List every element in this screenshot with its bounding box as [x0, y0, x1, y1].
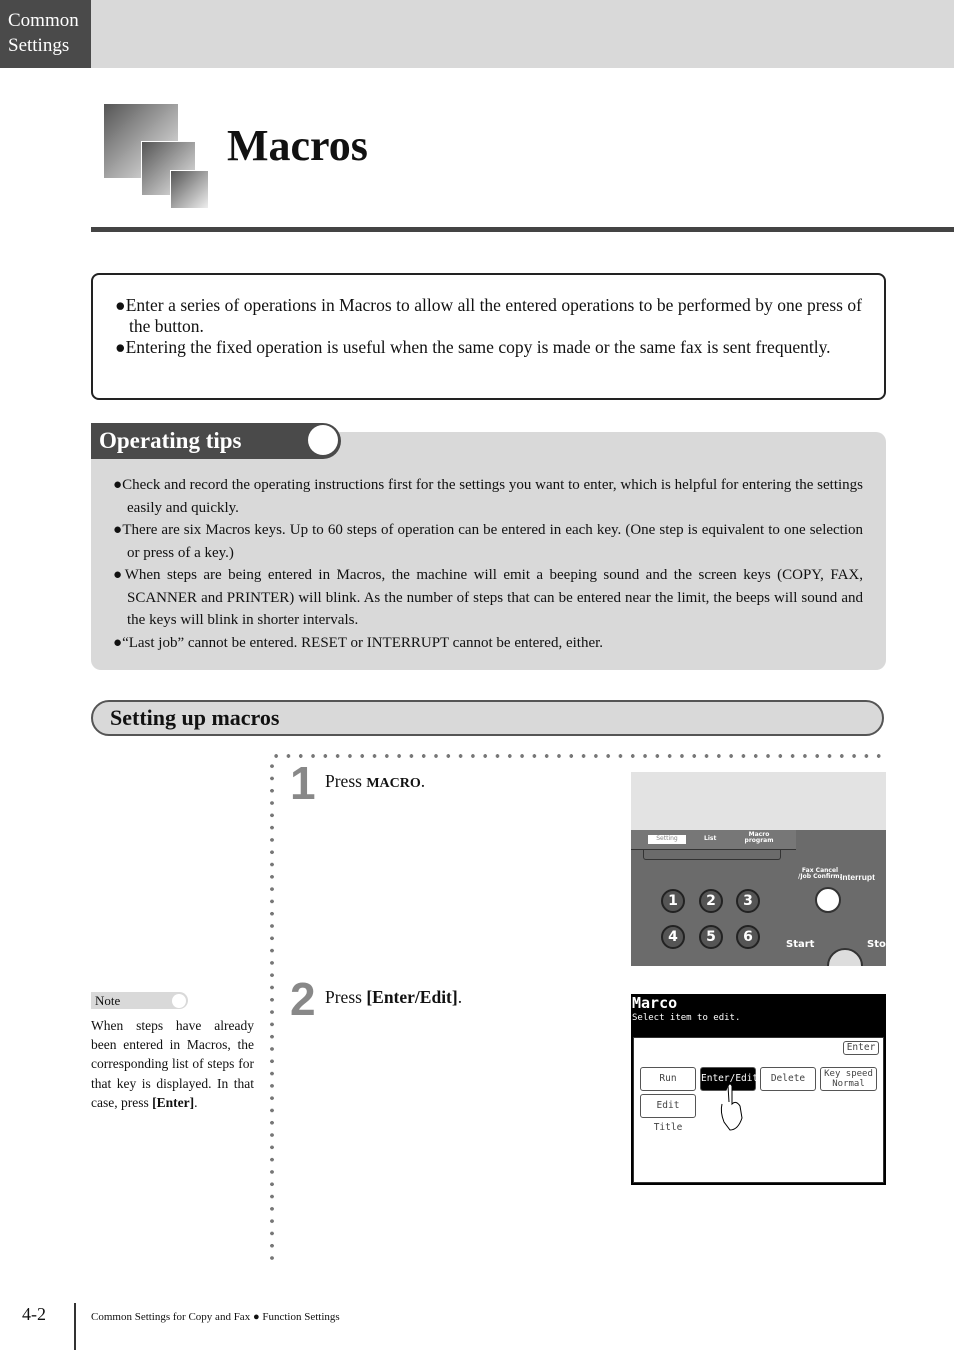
tip-item: ●“Last job” cannot be entered. RESET or … [113, 634, 604, 651]
stop-label: Sto [867, 939, 886, 950]
step-text: Press [Enter/Edit]. [325, 987, 463, 1007]
tip-item: ●There are six Macros keys. Up to 60 ste… [113, 522, 864, 561]
lcd-run-button[interactable]: Run [640, 1067, 696, 1091]
key-5[interactable]: 5 [699, 925, 723, 949]
step-number: 2 [290, 973, 316, 1025]
dotted-divider [270, 754, 886, 758]
note-text: When steps have already been entered in … [91, 1018, 254, 1110]
tip-item: ●When steps are being entered in Macros,… [113, 567, 863, 628]
lcd-title: Marco [632, 994, 678, 1012]
intro-item: ●Enter a series of operations in Macros … [115, 295, 862, 336]
start-label: Start [786, 939, 815, 950]
panel-tab: Setting [648, 835, 686, 844]
lcd-edit-title-button[interactable]: Edit Title [640, 1094, 696, 1133]
key-1[interactable]: 1 [661, 889, 685, 913]
lcd-subtitle: Select item to edit. [632, 1013, 741, 1023]
footer-rule [74, 1303, 76, 1350]
tips-heading-circle [308, 425, 338, 455]
page-number: 4-2 [22, 1304, 46, 1324]
key-6[interactable]: 6 [736, 925, 760, 949]
key-4[interactable]: 4 [661, 925, 685, 949]
intro-box: ●Enter a series of operations in Macros … [91, 273, 886, 400]
key-3[interactable]: 3 [736, 889, 760, 913]
top-bar [0, 0, 954, 68]
title-decoration-icon [104, 104, 209, 209]
page-title: Macros [227, 121, 368, 170]
title-rule [91, 227, 954, 232]
step-text: Press MACRO. [325, 771, 426, 791]
lcd-delete-button[interactable]: Delete [760, 1067, 816, 1091]
tips-list: ●Check and record the operating instruct… [113, 474, 863, 654]
tips-heading: Operating tips [91, 423, 341, 459]
hand-pointer-icon [720, 1083, 743, 1131]
panel-tab: List [704, 835, 717, 842]
lcd-screen-image: Marco Select item to edit. Enter Run Ent… [631, 994, 886, 1185]
fax-cancel-label: Fax Cancel /Job Confirm. [798, 867, 842, 880]
macro-program-key[interactable]: Macro program [741, 832, 777, 844]
fax-cancel-button[interactable] [815, 887, 841, 913]
tip-item: ●Check and record the operating instruct… [113, 477, 864, 516]
control-panel-image: Setting List Macro program Fax Cancel /J… [631, 772, 886, 966]
lcd-enter-button[interactable]: Enter [843, 1041, 879, 1055]
section-tab: Common Settings [0, 0, 91, 68]
intro-item: ●Entering the fixed operation is useful … [115, 337, 831, 357]
footer-text: Common Settings for Copy and Fax ● Funct… [91, 1311, 340, 1323]
note-circle [172, 994, 186, 1008]
lcd-key-speed-button[interactable]: Key speed Normal [820, 1067, 877, 1091]
interrupt-label: Interrupt [840, 872, 875, 882]
step-number: 1 [290, 757, 316, 809]
dotted-divider-vertical [270, 760, 274, 1260]
key-2[interactable]: 2 [699, 889, 723, 913]
setup-heading: Setting up macros [91, 700, 884, 736]
